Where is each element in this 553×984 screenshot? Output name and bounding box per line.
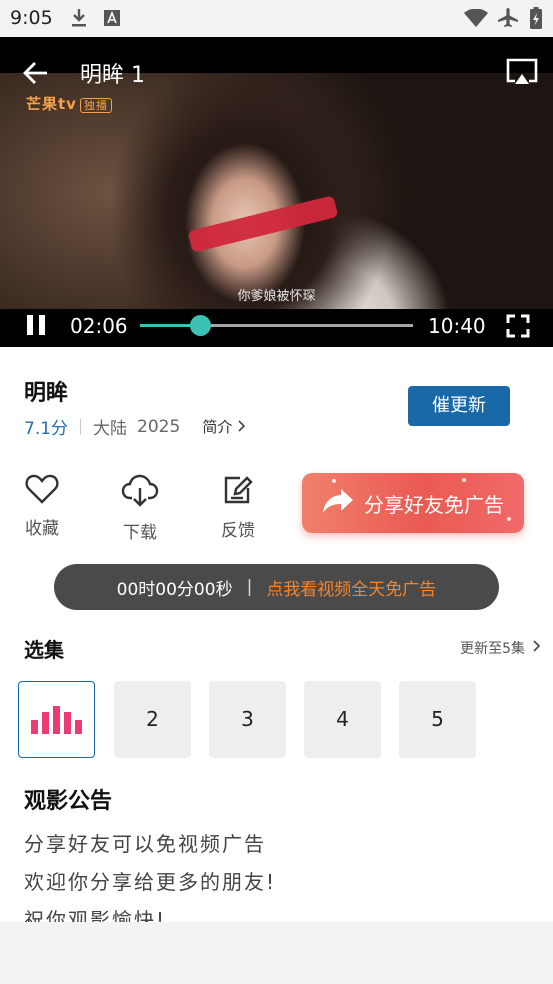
seek-thumb[interactable] [190, 315, 212, 336]
pause-icon[interactable] [25, 315, 47, 337]
download-button[interactable]: 下载 [110, 474, 170, 543]
heart-icon [25, 474, 59, 508]
episode-2-button[interactable]: 2 [114, 681, 191, 758]
intro-link[interactable]: 简介 [202, 416, 246, 437]
video-player[interactable]: 明眸 1 芒果tv 独播 你爹娘被怀琛 02:06 10:40 [0, 37, 553, 347]
status-bar: 9:05 [0, 0, 553, 37]
episode-5-button[interactable]: 5 [399, 681, 476, 758]
video-subtitle: 你爹娘被怀琛 [237, 289, 316, 304]
meta-divider [80, 418, 82, 435]
fullscreen-icon[interactable] [506, 314, 530, 342]
bottom-bar-area [0, 922, 553, 984]
show-region: 大陆 [93, 419, 128, 439]
favorite-label: 收藏 [25, 519, 59, 539]
wifi-icon [464, 8, 488, 31]
player-controls: 02:06 10:40 [0, 309, 553, 347]
sparkle-dot [507, 517, 511, 521]
episodes-update-text: 更新至5集 [460, 641, 525, 657]
cast-icon[interactable] [505, 57, 539, 91]
sparkle-dot [462, 478, 466, 482]
ad-timer: 00时00分00秒 [116, 579, 233, 600]
download-icon [70, 8, 88, 32]
notice-line: 分享好友可以免视频广告 [24, 832, 266, 856]
seek-bar[interactable] [140, 315, 413, 336]
ad-separator: | [246, 577, 253, 597]
feedback-label: 反馈 [221, 521, 255, 541]
episodes-title: 选集 [24, 638, 64, 662]
intro-label: 简介 [202, 418, 233, 436]
edit-note-icon [222, 476, 254, 510]
show-year: 2025 [137, 416, 181, 437]
channel-logo-text: 芒果tv [26, 95, 77, 113]
channel-logo: 芒果tv 独播 [26, 93, 112, 114]
notice-title: 观影公告 [24, 789, 113, 814]
current-time: 02:06 [70, 314, 128, 338]
feedback-button[interactable]: 反馈 [208, 474, 268, 541]
chevron-right-icon [533, 640, 541, 656]
notice-line: 欢迎你分享给更多的朋友! [24, 870, 277, 894]
show-score: 7.1分 [24, 419, 69, 439]
show-meta: 7.1分 大陆 2025 简介 [24, 414, 246, 439]
share-button-label: 分享好友免广告 [364, 492, 504, 517]
share-no-ads-button[interactable]: 分享好友免广告 [302, 473, 524, 533]
now-playing-icon [31, 706, 83, 734]
airplane-icon [497, 7, 519, 33]
episode-4-button[interactable]: 4 [304, 681, 381, 758]
favorite-button[interactable]: 收藏 [12, 474, 72, 539]
channel-logo-badge: 独播 [79, 98, 112, 113]
sparkle-dot [332, 479, 336, 483]
total-time: 10:40 [428, 314, 486, 338]
urge-update-button[interactable]: 催更新 [408, 386, 510, 426]
episode-1-button[interactable] [18, 681, 95, 758]
battery-icon [530, 7, 542, 33]
ad-free-banner[interactable]: 00时00分00秒 | 点我看视频全天免广告 [54, 564, 499, 610]
video-title: 明眸 1 [80, 63, 145, 88]
chevron-right-icon [238, 418, 246, 436]
a-notification-icon [104, 10, 120, 30]
cloud-download-icon [121, 474, 159, 512]
show-title: 明眸 [24, 381, 69, 406]
episodes-update-link[interactable]: 更新至5集 [460, 638, 541, 658]
status-time: 9:05 [10, 7, 53, 29]
ad-free-cta[interactable]: 点我看视频全天免广告 [266, 575, 436, 600]
share-arrow-icon [322, 488, 354, 519]
download-label: 下载 [123, 523, 157, 543]
episode-3-button[interactable]: 3 [209, 681, 286, 758]
video-scene-detail [187, 195, 339, 253]
back-arrow-icon[interactable] [22, 59, 50, 87]
